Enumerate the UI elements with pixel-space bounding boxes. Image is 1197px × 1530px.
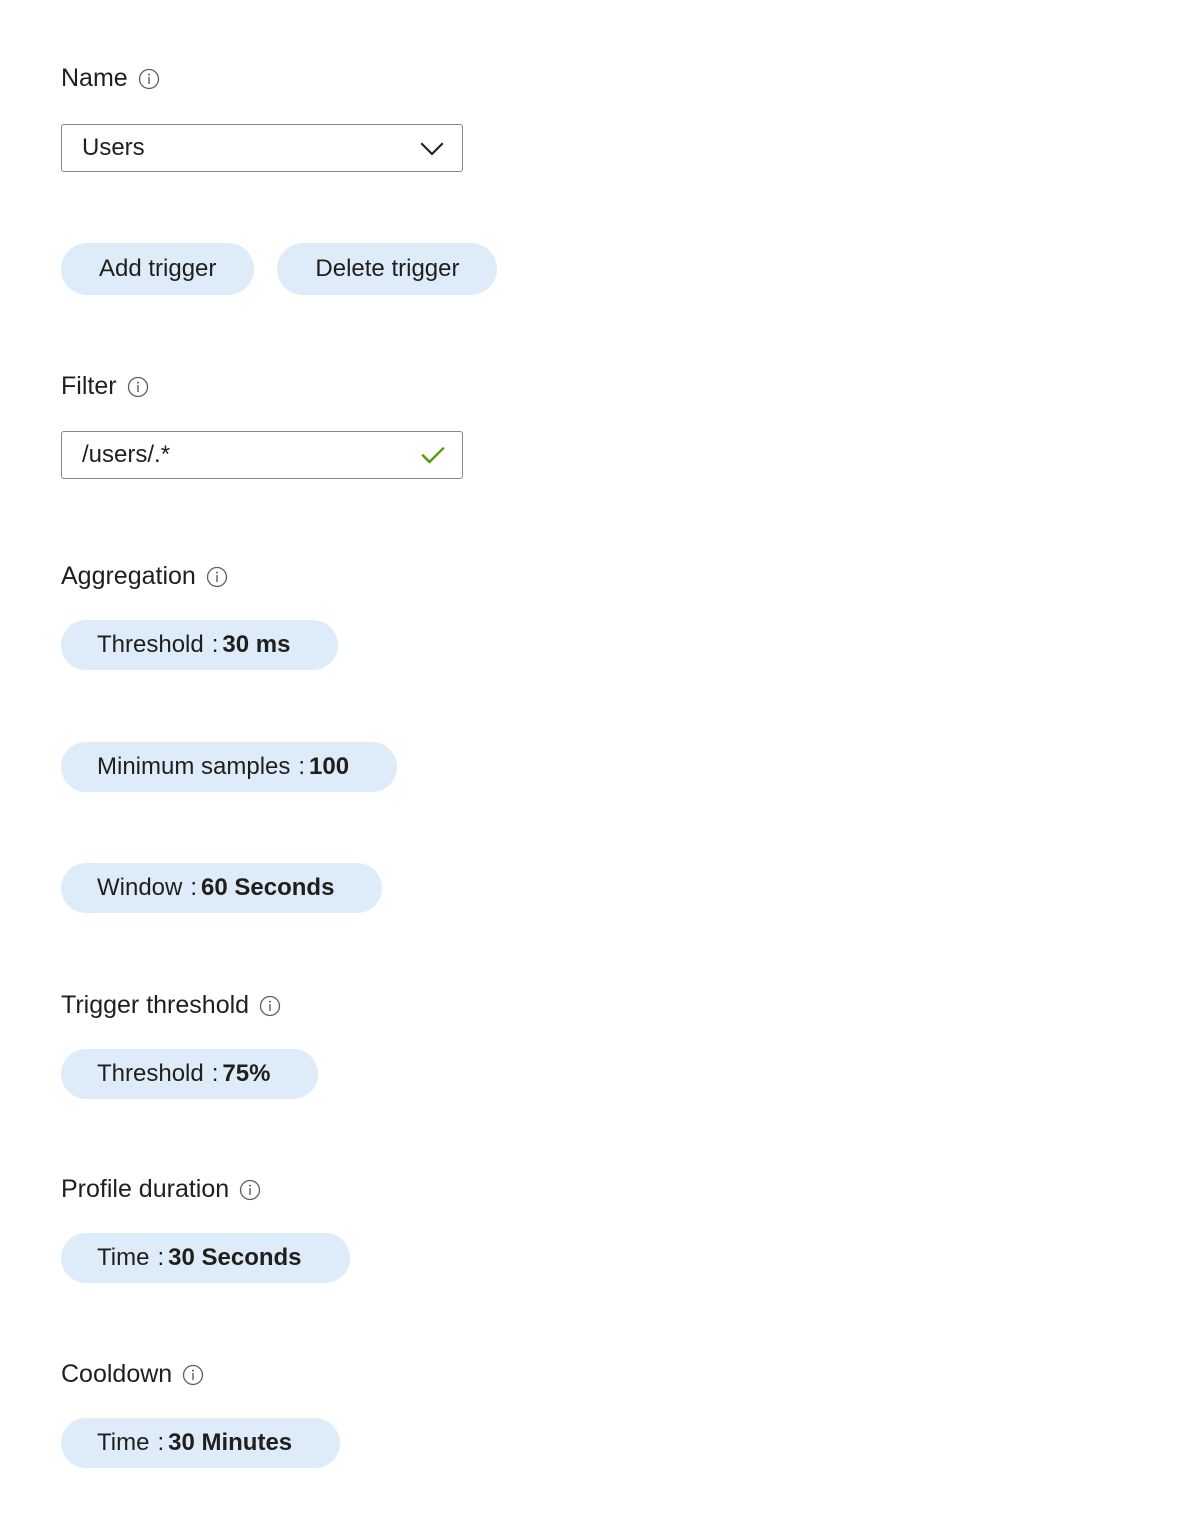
filter-label: Filter [61,372,117,400]
cooldown-label: Cooldown [61,1360,173,1388]
delete-trigger-button[interactable]: Delete trigger [277,243,498,295]
pill-separator: : [157,1429,165,1456]
pill-value: 75% [222,1060,271,1087]
pill-separator: : [157,1244,165,1271]
pill-value: 100 [309,753,350,780]
pill-value: 30 Seconds [168,1244,302,1271]
checkmark-icon [416,438,450,472]
name-label-row: Name [61,66,160,91]
info-icon[interactable] [206,566,228,588]
filter-input[interactable]: /users/.* [61,431,463,479]
aggregation-minimum-samples-pill[interactable]: Minimum samples : 100 [61,742,398,792]
pill-separator: : [211,631,219,658]
name-dropdown[interactable]: Users [61,124,463,172]
aggregation-label: Aggregation [61,562,196,590]
chevron-down-icon[interactable] [414,130,450,166]
info-icon[interactable] [138,68,160,90]
aggregation-window-pill[interactable]: Window : 60 Seconds [61,863,383,913]
aggregation-threshold-pill[interactable]: Threshold : 30 ms [61,620,339,670]
pill-key: Time [97,1244,150,1271]
trigger-threshold-label: Trigger threshold [61,991,250,1019]
pill-separator: : [190,874,198,901]
trigger-threshold-label-row: Trigger threshold [61,993,281,1018]
pill-key: Time [97,1429,150,1456]
pill-separator: : [211,1060,219,1087]
cooldown-pill[interactable]: Time : 30 Minutes [61,1418,341,1468]
profile-duration-label: Profile duration [61,1175,230,1203]
pill-key: Threshold [97,1060,204,1087]
aggregation-label-row: Aggregation [61,564,228,589]
pill-key: Window [97,874,183,901]
cooldown-label-row: Cooldown [61,1362,204,1387]
profile-duration-pill[interactable]: Time : 30 Seconds [61,1233,350,1283]
info-icon[interactable] [182,1364,204,1386]
pill-key: Minimum samples [97,753,291,780]
filter-label-row: Filter [61,374,149,399]
trigger-actions: Add trigger Delete trigger [61,243,498,295]
info-icon[interactable] [259,995,281,1017]
filter-input-value: /users/.* [82,443,171,467]
name-label: Name [61,64,128,92]
pill-value: 30 Minutes [168,1429,293,1456]
profile-duration-label-row: Profile duration [61,1177,261,1202]
pill-key: Threshold [97,631,204,658]
add-trigger-button[interactable]: Add trigger [61,243,255,295]
trigger-threshold-pill[interactable]: Threshold : 75% [61,1049,319,1099]
info-icon[interactable] [239,1179,261,1201]
pill-value: 30 ms [222,631,291,658]
pill-value: 60 Seconds [201,874,335,901]
info-icon[interactable] [127,376,149,398]
pill-separator: : [298,753,306,780]
name-dropdown-value: Users [82,136,145,160]
